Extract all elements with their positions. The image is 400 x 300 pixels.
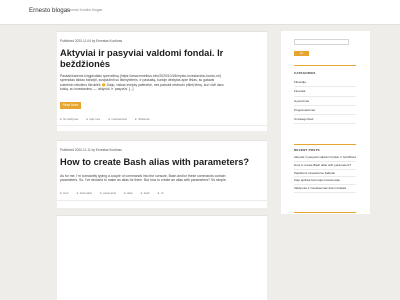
read-more-button[interactable]: Read More (60, 102, 81, 109)
recent-posts-widget: RECENT POSTS Aktyviai ir pasyviai valdom… (281, 142, 370, 214)
search-input[interactable] (294, 39, 349, 45)
post-card: Published 2020-11-04 by Ernestas Kurdina… (57, 31, 267, 131)
post-excerpt: Paskaičiusiems kingpicdialo sprendimą (h… (60, 74, 224, 92)
search-widget: Go (281, 31, 370, 63)
site-title[interactable]: Ernesto blogas (29, 7, 70, 14)
tag-link[interactable]: apie mus (86, 118, 100, 121)
post-card: Published 2020-11-11 by Ernestas Kurdina… (57, 140, 267, 208)
tag-link[interactable]: alias (124, 192, 133, 195)
widget-divider (294, 144, 356, 145)
card-divider (57, 31, 267, 32)
site-tagline: Ernesto Kurdino blogas (67, 8, 103, 12)
tag-link[interactable]: bash-alias (77, 192, 92, 195)
post-title-continued[interactable]: beždžionės (60, 59, 110, 70)
post-card (57, 215, 267, 300)
widget-divider (294, 65, 356, 66)
search-button[interactable]: Go (294, 51, 309, 56)
post-excerpt: As for me, I'm constantly typing a coupl… (60, 174, 227, 183)
card-divider (57, 215, 267, 216)
post-meta: Published 2020-11-11 by Ernestas Kurdina… (60, 148, 122, 152)
recent-post-link[interactable]: Papildomi Investavimo šaltiniai (294, 170, 356, 178)
post-title[interactable]: How to create Bash alias with parameters… (60, 157, 249, 168)
widget-divider (294, 212, 356, 213)
recent-post-link[interactable]: Valdymas ir investavimas dviem būdais (294, 185, 356, 193)
categories-list: Filosofija Finansai Gyvenimas Programavi… (294, 78, 356, 125)
categories-widget: CATEGORIES Filosofija Finansai Gyvenimas… (281, 63, 370, 142)
post-meta: Published 2020-11-04 by Ernestas Kurdina… (60, 39, 123, 43)
recent-post-link[interactable]: How to create Bash alias with parameters… (294, 162, 356, 170)
category-item[interactable]: Programavimas (294, 106, 356, 116)
category-item[interactable]: Finansai (294, 87, 356, 97)
category-item[interactable]: Filosofija (294, 78, 356, 88)
tag-link[interactable]: parametrai (100, 192, 116, 195)
recent-post-link[interactable]: Kaip aplinka formuoja investuotoja (294, 177, 356, 186)
post-divider (57, 200, 267, 201)
post-divider (57, 125, 267, 126)
recent-post-link[interactable]: Aktyviai ir pasyviai valdomi fondai. Ir … (294, 154, 356, 162)
tag-link[interactable]: investavimas (108, 118, 127, 121)
post-tags: linux bash-alias parametrai alias bash c… (60, 192, 163, 195)
post-tags: fin-valdymas apie mus investavimas rikbi… (60, 118, 150, 121)
tag-link[interactable]: linux (60, 192, 69, 195)
categories-title: CATEGORIES (294, 71, 316, 75)
category-item[interactable]: Gyvenimas (294, 97, 356, 106)
tag-link[interactable]: bash (141, 192, 150, 195)
card-divider (57, 140, 267, 141)
tag-link[interactable]: fin-valdymas (60, 118, 78, 121)
site-header: Ernesto blogas Ernesto Kurdino blogas (0, 0, 400, 25)
post-title[interactable]: Aktyviai ir pasyviai valdomi fondai. Ir (60, 48, 223, 59)
recent-posts-title: RECENT POSTS (294, 148, 320, 152)
category-item[interactable]: Uncategorized (294, 115, 356, 125)
recent-posts-list: Aktyviai ir pasyviai valdomi fondai. Ir … (294, 154, 356, 193)
tag-link[interactable]: cli (158, 192, 164, 195)
tag-link[interactable]: rikbiamas (135, 118, 150, 121)
